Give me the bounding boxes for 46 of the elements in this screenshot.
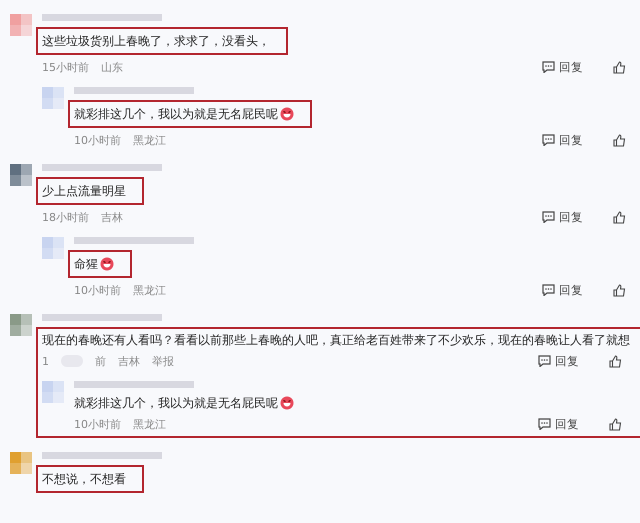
comment-text: 不想说，不想看 (42, 471, 126, 488)
meta-text: 黑龙江 (133, 282, 166, 298)
comment-icon (542, 134, 555, 146)
reply-button[interactable]: 回复 (538, 416, 579, 432)
thumbs-up-icon[interactable] (609, 354, 622, 368)
meta-text: 10小时前 (74, 416, 121, 432)
comment-icon (538, 418, 551, 430)
reply-button[interactable]: 回复 (542, 210, 583, 224)
meta-text: 10小时前 (74, 282, 121, 298)
blurred-avatar (42, 87, 64, 109)
comment-text: 少上点流量明星 (42, 183, 126, 200)
thumbs-up-icon[interactable] (613, 284, 626, 296)
comment-icon (542, 61, 555, 73)
blurred-avatar (10, 452, 32, 474)
reply-button[interactable]: 回复 (542, 132, 583, 148)
comment-text: 现在的春晚还有人看吗？看看以前那些上春晚的人吧，真正给老百姓带来了不少欢乐，现在的春晚让人看了就想 (42, 332, 631, 349)
thumbs-up-icon[interactable] (613, 60, 626, 74)
comment-text: 就彩排这几个，我以为就是无名屁民呢 (74, 394, 636, 412)
blurred-avatar (10, 14, 32, 36)
reply-button[interactable]: 回复 (538, 354, 579, 368)
blurred-avatar (10, 314, 32, 336)
meta-text: 吉林 (101, 210, 123, 224)
comment-text: 这些垃圾货别上春晚了，求求了，没看头， (42, 33, 270, 50)
meta-text: 吉林 (118, 354, 140, 368)
meta-text: 18小时前 (42, 210, 89, 224)
meta-text: 黑龙江 (133, 132, 166, 148)
reply-button[interactable]: 回复 (542, 60, 583, 74)
reply-button[interactable]: 回复 (542, 282, 583, 298)
thumbs-up-icon[interactable] (613, 210, 626, 224)
comment-icon (538, 355, 551, 367)
meta-text: 前 (95, 354, 106, 368)
meta-text: 15小时前 (42, 60, 89, 74)
blurred-avatar (42, 381, 64, 403)
thumbs-up-icon[interactable] (609, 418, 622, 430)
blurred-avatar (42, 237, 64, 259)
comment-icon (542, 211, 555, 223)
meta-text: 山东 (101, 60, 123, 74)
blurred-avatar (10, 164, 32, 186)
meta-text: 10小时前 (74, 132, 121, 148)
thumbs-up-icon[interactable] (613, 134, 626, 146)
meta-text[interactable]: 举报 (152, 354, 174, 368)
meta-text: 1 (42, 354, 49, 368)
meta-text: 黑龙江 (133, 416, 166, 432)
comment-icon (542, 284, 555, 296)
comment-text: 就彩排这几个，我以为就是无名屁民呢 (74, 105, 294, 123)
comment-text: 命猩 (74, 255, 114, 273)
